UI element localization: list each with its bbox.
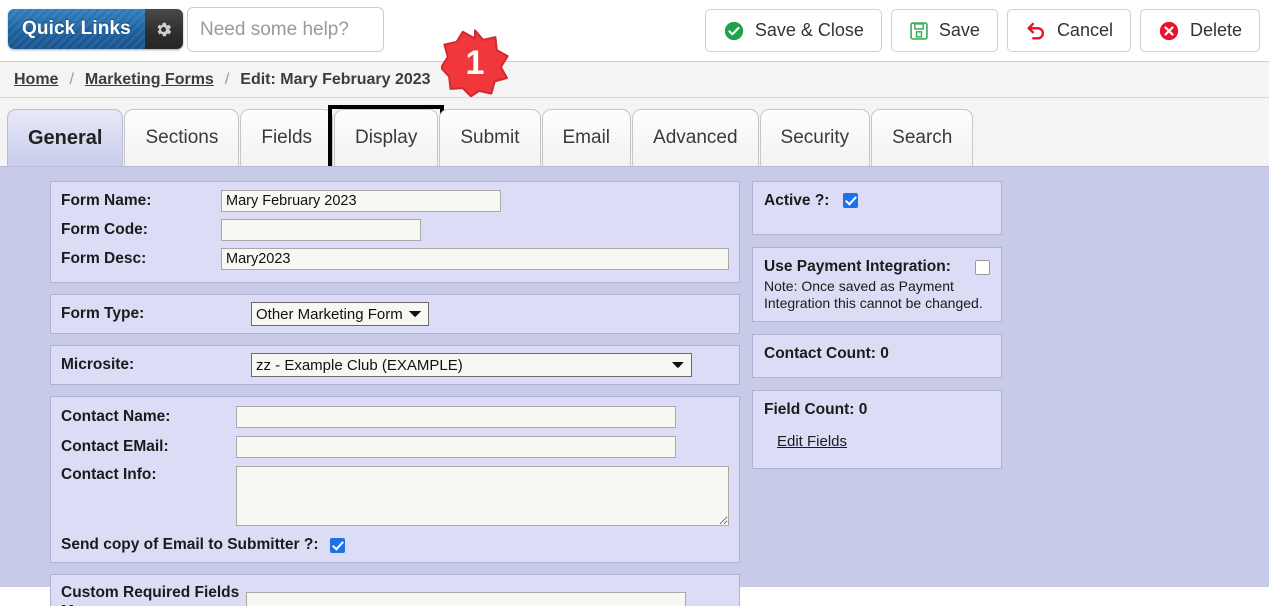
- microsite-panel: Microsite: zz - Example Club (EXAMPLE): [50, 345, 740, 385]
- tab-search[interactable]: Search: [871, 109, 974, 166]
- contact-email-row: Contact EMail:: [61, 436, 729, 458]
- send-copy-row: Send copy of Email to Submitter ?:: [61, 536, 729, 554]
- form-type-select[interactable]: Other Marketing Form: [251, 302, 429, 326]
- payment-integration-note: Note: Once saved as Payment Integration …: [764, 278, 983, 311]
- x-circle-icon: [1158, 20, 1180, 42]
- breadcrumb-current: Edit: Mary February 2023: [240, 70, 431, 88]
- breadcrumb-home[interactable]: Home: [14, 71, 58, 89]
- field-count-label: Field Count: 0: [764, 401, 868, 419]
- save-and-close-label: Save & Close: [754, 20, 864, 40]
- form-desc-input[interactable]: [221, 248, 729, 270]
- undo-arrow-icon: [1025, 20, 1047, 42]
- quick-links-label: Quick Links: [8, 9, 145, 49]
- tab-advanced[interactable]: Advanced: [632, 109, 759, 166]
- check-circle-icon: [723, 20, 745, 42]
- tab-submit[interactable]: Submit: [439, 109, 541, 166]
- gear-icon[interactable]: [144, 9, 183, 49]
- microsite-label: Microsite:: [61, 356, 135, 373]
- form-desc-row: Form Desc:: [61, 248, 729, 270]
- cancel-button[interactable]: Cancel: [1006, 9, 1131, 52]
- form-type-panel: Form Type: Other Marketing Form: [50, 294, 740, 334]
- contact-panel: Contact Name: Contact EMail: Contact Inf…: [50, 396, 740, 563]
- active-panel: Active ?:: [752, 181, 1002, 235]
- send-copy-label: Send copy of Email to Submitter ?:: [61, 536, 319, 553]
- form-identity-panel: Form Name: Form Code: Form Desc:: [50, 181, 740, 283]
- save-button[interactable]: Save: [890, 9, 998, 52]
- breadcrumb-marketing-forms[interactable]: Marketing Forms: [85, 71, 214, 89]
- form-name-input[interactable]: [221, 190, 501, 212]
- form-code-row: Form Code:: [61, 219, 729, 241]
- top-toolbar: Quick Links 1 Save & Close: [0, 0, 1269, 98]
- form-type-label: Form Type:: [61, 305, 145, 322]
- form-left-column: Form Name: Form Code: Form Desc: Form Ty…: [50, 181, 740, 606]
- payment-integration-label: Use Payment Integration:: [764, 258, 951, 275]
- microsite-select[interactable]: zz - Example Club (EXAMPLE): [251, 353, 692, 377]
- tab-display[interactable]: Display: [328, 105, 445, 170]
- page-root: Quick Links 1 Save & Close: [0, 0, 1269, 606]
- tab-email[interactable]: Email: [541, 109, 632, 166]
- tab-fields[interactable]: Fields: [240, 109, 334, 166]
- form-right-column: Active ?: Use Payment Integration: Note:…: [752, 181, 1002, 481]
- cancel-label: Cancel: [1056, 20, 1113, 40]
- form-code-input[interactable]: [221, 219, 421, 241]
- payment-integration-checkbox[interactable]: [975, 259, 990, 275]
- breadcrumb-separator: /: [69, 70, 74, 88]
- contact-email-label: Contact EMail:: [61, 438, 169, 455]
- save-label: Save: [938, 20, 980, 40]
- save-and-close-button[interactable]: Save & Close: [704, 9, 882, 52]
- contact-info-row: Contact Info:: [61, 466, 729, 526]
- active-checkbox[interactable]: [842, 193, 858, 209]
- breadcrumb: Home / Marketing Forms / Edit: Mary Febr…: [0, 62, 1269, 98]
- contact-name-label: Contact Name:: [61, 408, 171, 425]
- action-buttons: Save & Close Save Cancel Delete: [704, 9, 1260, 52]
- contact-count-panel: Contact Count: 0: [752, 334, 1002, 379]
- tab-sections[interactable]: Sections: [124, 109, 240, 166]
- payment-integration-panel: Use Payment Integration: Note: Once save…: [752, 247, 1002, 323]
- tab-security[interactable]: Security: [759, 109, 871, 166]
- delete-label: Delete: [1189, 20, 1242, 40]
- general-tab-content: Form Name: Form Code: Form Desc: Form Ty…: [0, 166, 1269, 606]
- form-code-label: Form Code:: [61, 221, 148, 238]
- custom-required-label: Custom Required Fields Message:: [61, 584, 240, 606]
- field-count-panel: Field Count: 0 Edit Fields: [752, 390, 1002, 470]
- form-name-row: Form Name:: [61, 190, 729, 212]
- contact-name-input[interactable]: [236, 406, 676, 428]
- form-desc-label: Form Desc:: [61, 250, 147, 267]
- delete-button[interactable]: Delete: [1139, 9, 1260, 52]
- active-label: Active ?:: [764, 192, 830, 209]
- contact-email-input[interactable]: [236, 436, 676, 458]
- tab-bar: General Sections Fields Display Submit E…: [0, 98, 1269, 170]
- contact-info-textarea[interactable]: [236, 466, 729, 526]
- send-copy-checkbox[interactable]: [329, 537, 345, 553]
- custom-required-panel: Custom Required Fields Message:: [50, 574, 740, 606]
- contact-info-label: Contact Info:: [61, 466, 157, 483]
- contact-name-row: Contact Name:: [61, 406, 729, 428]
- custom-required-input[interactable]: [246, 591, 686, 606]
- search-input[interactable]: [187, 7, 384, 52]
- floppy-disk-icon: [909, 21, 929, 41]
- quick-links-button[interactable]: Quick Links: [8, 9, 183, 49]
- tab-general[interactable]: General: [7, 109, 124, 166]
- breadcrumb-separator-2: /: [224, 70, 230, 88]
- contact-count-label: Contact Count: 0: [764, 345, 889, 363]
- form-name-label: Form Name:: [61, 192, 152, 209]
- edit-fields-link[interactable]: Edit Fields: [777, 433, 847, 450]
